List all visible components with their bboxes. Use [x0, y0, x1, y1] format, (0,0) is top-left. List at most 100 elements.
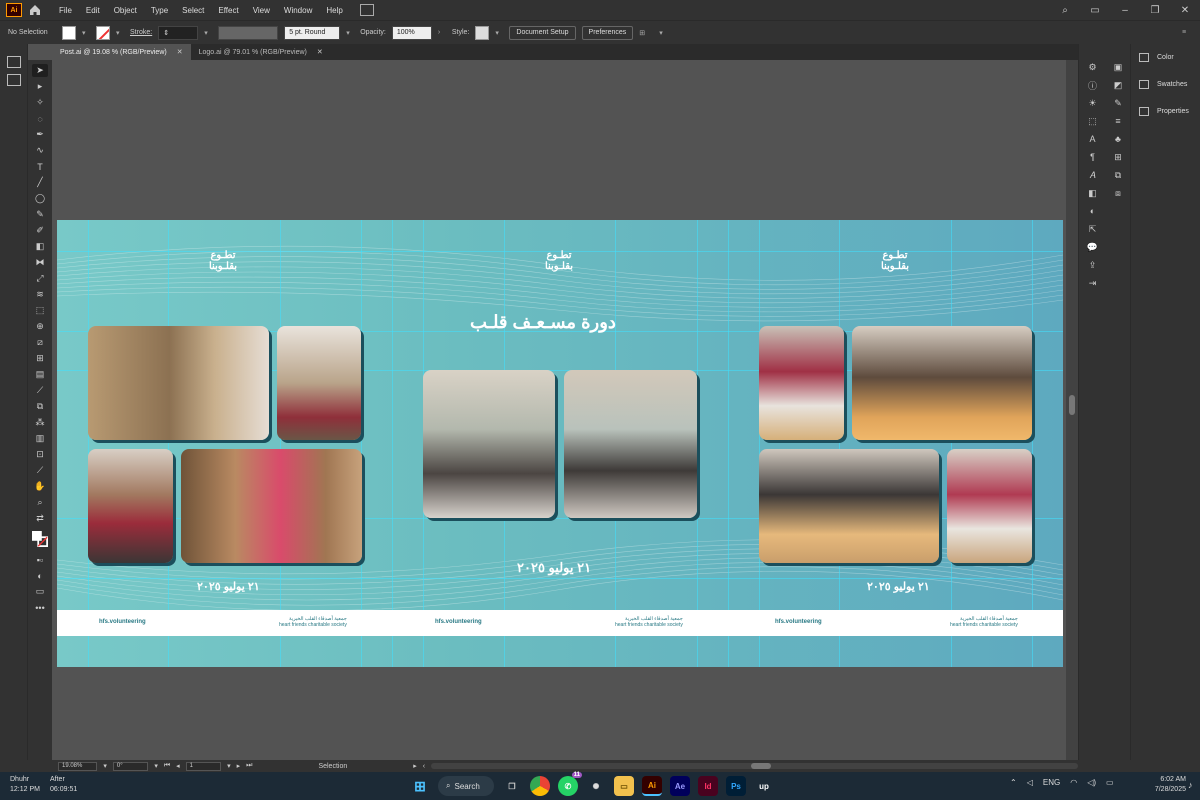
scroll-left-icon[interactable]: ‹ — [423, 763, 425, 770]
selection-tool-icon[interactable]: ➤ — [32, 64, 48, 77]
next-artboard-icon[interactable]: ▸ — [237, 762, 241, 770]
horizontal-scrollbar[interactable] — [431, 763, 1078, 769]
task-view-icon[interactable]: ❐ — [502, 776, 522, 796]
panel-properties[interactable]: Properties — [1131, 98, 1200, 125]
chevron-down-icon[interactable]: ▾ — [204, 29, 212, 37]
gear-icon[interactable]: ⚙ — [1087, 62, 1099, 72]
canvas[interactable]: تطـوع بقلـوبنا تطـوع بقلـوبنا تطـوع بقلـ… — [52, 60, 1078, 760]
search-icon[interactable]: ⌕ — [1050, 5, 1080, 16]
windows-start-icon[interactable]: ⊞ — [410, 776, 430, 796]
whatsapp-icon[interactable]: ✆ 11 — [558, 772, 582, 796]
file-explorer-icon[interactable]: ▭ — [614, 776, 634, 796]
eraser-icon[interactable]: ◧ — [32, 240, 48, 253]
panel-swatches[interactable]: Swatches — [1131, 71, 1200, 98]
tab-post[interactable]: Post.ai @ 19.08 % (RGB/Preview) ✕ — [52, 44, 191, 60]
preferences-button[interactable]: Preferences — [581, 25, 634, 40]
opentype-icon[interactable]: 𝐴 — [1087, 170, 1099, 180]
battery-icon[interactable]: ▭ — [1106, 778, 1114, 787]
menu-edit[interactable]: Edit — [79, 6, 107, 15]
volume-icon[interactable]: ◁) — [1087, 778, 1096, 787]
indesign-icon[interactable]: Id — [698, 776, 718, 796]
more-tools-icon[interactable]: ••• — [32, 601, 48, 614]
restore-icon[interactable]: ❐ — [1140, 5, 1170, 16]
pathfinder-icon[interactable]: ⧉ — [1112, 170, 1124, 180]
scale-tool-icon[interactable]: ⤢ — [32, 272, 48, 285]
reflect-tool-icon[interactable]: ⧓ — [32, 256, 48, 269]
photo[interactable] — [88, 449, 173, 563]
magic-wand-icon[interactable]: ✧ — [32, 96, 48, 109]
chevron-up-icon[interactable]: ⌃ — [1010, 778, 1017, 787]
menu-file[interactable]: File — [52, 6, 79, 15]
gradient-tool-icon[interactable]: ▤ — [32, 368, 48, 381]
photo[interactable] — [277, 326, 361, 440]
bell-icon[interactable]: ♪ — [1188, 780, 1193, 790]
fill-stroke-icon[interactable] — [32, 528, 48, 550]
perspective-grid-icon[interactable]: ⧄ — [32, 336, 48, 349]
variable-width-profile[interactable] — [218, 25, 279, 40]
curvature-tool-icon[interactable]: ∿ — [32, 144, 48, 157]
line-tool-icon[interactable]: ╱ — [32, 176, 48, 189]
graphic-style-swatch[interactable] — [475, 25, 490, 40]
asset-export-icon[interactable]: ⇪ — [1087, 260, 1099, 270]
chatgpt-icon[interactable]: ✺ — [586, 776, 606, 796]
stroke-swatch[interactable] — [96, 25, 110, 40]
photo[interactable] — [181, 449, 362, 563]
opacity-field[interactable]: 100% — [391, 25, 432, 40]
panel-menu-icon[interactable]: ≡ — [1182, 29, 1190, 36]
after-effects-icon[interactable]: Ae — [670, 776, 690, 796]
language-indicator[interactable]: ENG — [1043, 778, 1060, 787]
layers-panel-icon[interactable]: ⧈ — [1112, 188, 1124, 198]
align-icon[interactable]: ⊞ — [1112, 152, 1124, 162]
zoom-tool-icon[interactable]: ⌕ — [32, 496, 48, 509]
pen-tool-icon[interactable]: ✒ — [32, 128, 48, 141]
taskbar-search[interactable]: ⌕ Search — [438, 776, 494, 796]
minimize-icon[interactable]: – — [1110, 5, 1140, 16]
slice-tool-icon[interactable]: ⟋ — [32, 464, 48, 477]
vertical-scrollbar[interactable] — [1066, 60, 1078, 760]
export-icon[interactable]: ⇱ — [1087, 224, 1099, 234]
artboard-tool-icon[interactable]: ⊡ — [32, 448, 48, 461]
menu-view[interactable]: View — [246, 6, 277, 15]
photo[interactable] — [759, 326, 844, 440]
graphic-styles-icon[interactable]: ◩ — [1112, 80, 1124, 90]
workspace-icon[interactable]: ▭ — [1080, 5, 1110, 16]
chevron-down-icon[interactable]: ▾ — [154, 762, 158, 770]
chevron-down-icon[interactable]: ▾ — [82, 29, 90, 37]
layers-icon[interactable] — [6, 56, 21, 68]
artboards-icon[interactable] — [6, 74, 21, 86]
close-tab-icon[interactable]: ✕ — [317, 48, 323, 56]
direct-selection-tool-icon[interactable]: ▸ — [32, 80, 48, 93]
close-icon[interactable]: ✕ — [1170, 5, 1200, 16]
menu-type[interactable]: Type — [144, 6, 175, 15]
comments-icon[interactable]: 💬 — [1087, 242, 1099, 252]
ellipse-tool-icon[interactable]: ◯ — [32, 192, 48, 205]
menu-select[interactable]: Select — [175, 6, 211, 15]
draw-mode-icon[interactable]: ◐ — [32, 569, 48, 582]
panel-color[interactable]: Color — [1131, 44, 1200, 71]
close-tab-icon[interactable]: ✕ — [177, 48, 183, 56]
clock[interactable]: 6:02 AM 7/28/2025 — [1140, 775, 1186, 795]
column-graph-icon[interactable]: ▥ — [32, 432, 48, 445]
free-transform-icon[interactable]: ⬚ — [32, 304, 48, 317]
zoom-field[interactable]: 19.08% — [58, 761, 98, 771]
character-icon[interactable]: A — [1087, 134, 1099, 144]
align-options-icon[interactable]: ⊞ — [639, 29, 653, 37]
info-icon[interactable]: ⓘ — [1087, 80, 1099, 91]
tab-logo[interactable]: Logo.ai @ 79.01 % (RGB/Preview) ✕ — [191, 44, 331, 60]
chevron-right-icon[interactable]: ▸ — [413, 762, 417, 770]
artboard-field[interactable]: 1 — [185, 761, 222, 771]
warp-tool-icon[interactable]: ≋ — [32, 288, 48, 301]
brushes-icon[interactable]: ✎ — [1112, 98, 1124, 108]
menu-help[interactable]: Help — [319, 6, 349, 15]
symbols-icon[interactable]: ♣ — [1112, 134, 1124, 144]
shape-builder-icon[interactable]: ⊕ — [32, 320, 48, 333]
scroll-thumb[interactable] — [1069, 395, 1075, 415]
chevron-down-icon[interactable]: ▾ — [116, 29, 124, 37]
lasso-icon[interactable]: ◌ — [32, 112, 48, 125]
screen-mode-icon[interactable]: ▭ — [32, 585, 48, 598]
first-artboard-icon[interactable]: ⏮ — [164, 762, 170, 770]
chevron-down-icon[interactable]: ▾ — [495, 29, 503, 37]
paragraph-icon[interactable]: ¶ — [1087, 152, 1099, 162]
photo[interactable] — [88, 326, 269, 440]
color-mode-icon[interactable]: ▪▫ — [32, 553, 48, 566]
